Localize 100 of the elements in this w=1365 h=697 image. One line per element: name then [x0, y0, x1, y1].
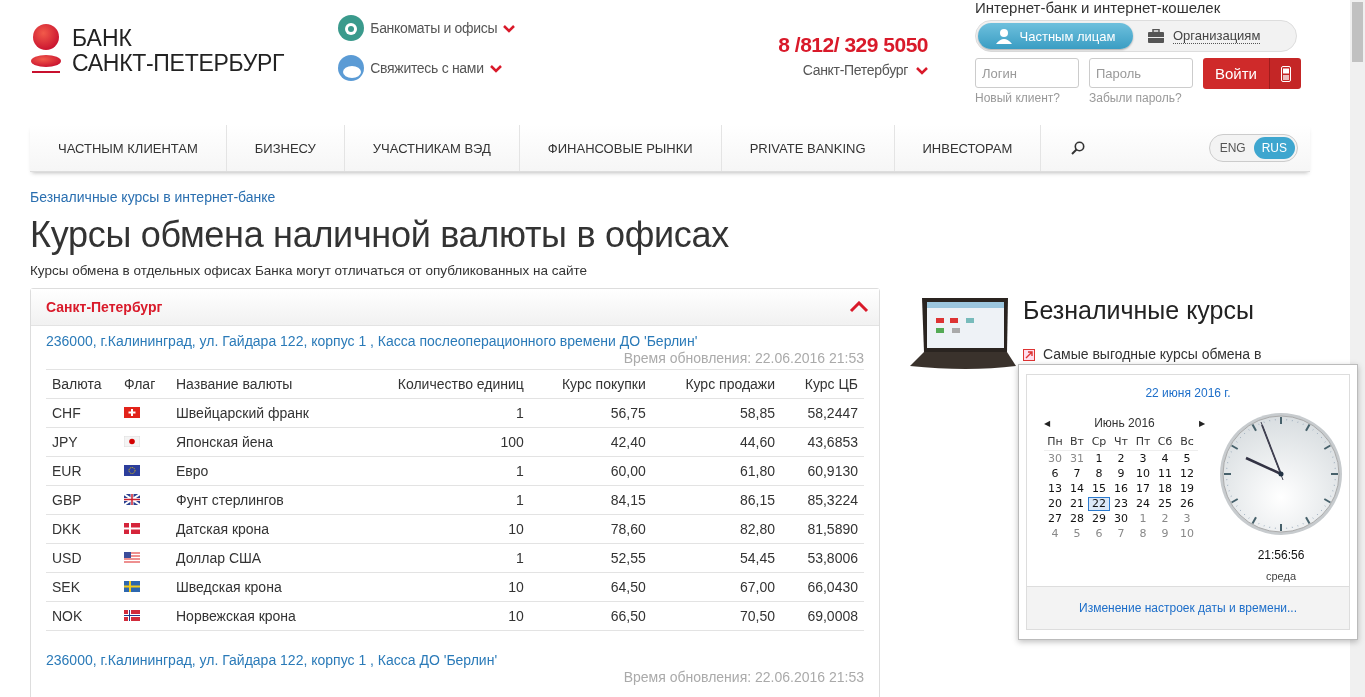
- calendar-day[interactable]: 21: [1066, 497, 1088, 511]
- calendar-day[interactable]: 3: [1132, 452, 1154, 466]
- calendar-day[interactable]: 8: [1088, 467, 1110, 481]
- flag-icon: [124, 436, 140, 447]
- calendar-day[interactable]: 1: [1132, 512, 1154, 526]
- panel-title: Санкт-Петербург: [46, 299, 163, 315]
- column-header: Название валюты: [170, 369, 355, 399]
- calendar-day[interactable]: 25: [1154, 497, 1176, 511]
- calendar-day[interactable]: 3: [1176, 512, 1198, 526]
- flag-icon: [124, 465, 140, 476]
- calendar-day[interactable]: 1: [1088, 452, 1110, 466]
- search-icon: [1071, 141, 1086, 155]
- calendar-day[interactable]: 10: [1176, 527, 1198, 541]
- table-cell: 84,15: [529, 485, 652, 515]
- flag-icon: [124, 523, 140, 534]
- table-cell: 67,00: [651, 572, 782, 602]
- accordion-header[interactable]: Санкт-Петербург: [31, 289, 879, 326]
- calendar-day[interactable]: 15: [1088, 482, 1110, 496]
- office-address-link[interactable]: 236000, г.Калининград, ул. Гайдара 122, корпус 1 , Касса ДО 'Берлин': [46, 651, 864, 669]
- page-title: Курсы обмена наличной валюты в офисах: [30, 213, 730, 257]
- calendar-day[interactable]: 2: [1110, 452, 1132, 466]
- rates-link[interactable]: Самые выгодные курсы обмена в: [1023, 347, 1262, 362]
- office-address-link[interactable]: 236000, г.Калининград, ул. Гайдара 122, корпус 1 , Касса послеоперационного времени ДО 'Берлин': [46, 332, 864, 350]
- mobile-login-button[interactable]: [1269, 58, 1301, 89]
- table-cell: 66,50: [529, 601, 652, 631]
- nav-item[interactable]: ИНВЕСТОРАМ: [894, 125, 1042, 171]
- calendar-day[interactable]: 28: [1066, 512, 1088, 526]
- calendar-day[interactable]: 8: [1132, 527, 1154, 541]
- calendar-day[interactable]: 31: [1066, 452, 1088, 466]
- previous-month-button[interactable]: ◀: [1044, 418, 1050, 428]
- calendar-day[interactable]: 2: [1154, 512, 1176, 526]
- calendar-day[interactable]: 22: [1088, 497, 1110, 511]
- calendar-day[interactable]: 30: [1110, 512, 1132, 526]
- table-cell: USD: [46, 543, 118, 573]
- calendar-day[interactable]: 23: [1110, 497, 1132, 511]
- table-cell: 86,15: [651, 485, 782, 515]
- weekday-label: Пт: [1132, 435, 1154, 451]
- calendar-day[interactable]: 30: [1044, 452, 1066, 466]
- breadcrumb-link[interactable]: Безналичные курсы в интернет-банке: [30, 189, 1310, 205]
- external-link-icon: [1023, 348, 1035, 361]
- calendar-day[interactable]: 4: [1044, 527, 1066, 541]
- calendar-day[interactable]: 5: [1176, 452, 1198, 466]
- calendar-day[interactable]: 19: [1176, 482, 1198, 496]
- calendar-day[interactable]: 12: [1176, 467, 1198, 481]
- column-header: Курс продажи: [651, 369, 782, 399]
- weekday-label: среда: [1266, 570, 1296, 582]
- login-button[interactable]: Войти: [1203, 58, 1269, 89]
- weekday-label: Вт: [1066, 435, 1088, 451]
- nav-item[interactable]: УЧАСТНИКАМ ВЭД: [344, 125, 520, 171]
- calendar-day[interactable]: 20: [1044, 497, 1066, 511]
- nav-item[interactable]: PRIVATE BANKING: [721, 125, 895, 171]
- table-cell: 43,6853: [781, 427, 864, 457]
- nav-item[interactable]: ЧАСТНЫМ КЛИЕНТАМ: [30, 125, 227, 171]
- logo-text: БАНК: [72, 26, 133, 51]
- header-link[interactable]: Свяжитесь с нами: [338, 55, 516, 81]
- update-time: Время обновления: 22.06.2016 21:53: [622, 350, 864, 367]
- flag-icon: [124, 581, 140, 592]
- calendar-day[interactable]: 11: [1154, 467, 1176, 481]
- settings-link[interactable]: Изменение настроек даты и времени...: [1079, 601, 1297, 615]
- calendar-day[interactable]: 6: [1044, 467, 1066, 481]
- calendar-day[interactable]: 16: [1110, 482, 1132, 496]
- weekday-label: Чт: [1110, 435, 1132, 451]
- calendar-day[interactable]: 14: [1066, 482, 1088, 496]
- calendar-day[interactable]: 17: [1132, 482, 1154, 496]
- calendar-day[interactable]: 13: [1044, 482, 1066, 496]
- nav-item[interactable]: БИЗНЕСУ: [226, 125, 345, 171]
- city-selector[interactable]: Санкт-Петербург: [802, 62, 928, 78]
- calendar-day[interactable]: 10: [1132, 467, 1154, 481]
- scrollbar-thumb[interactable]: [1352, 2, 1363, 62]
- calendar-day[interactable]: 27: [1044, 512, 1066, 526]
- header-link[interactable]: Банкоматы и офисы: [338, 15, 516, 41]
- calendar-day[interactable]: 7: [1066, 467, 1088, 481]
- calendar-day[interactable]: 9: [1110, 467, 1132, 481]
- calendar-day[interactable]: 6: [1088, 527, 1110, 541]
- calendar-day[interactable]: 26: [1176, 497, 1198, 511]
- table-cell: 64,50: [529, 572, 652, 602]
- calendar-day[interactable]: 29: [1088, 512, 1110, 526]
- calendar-day[interactable]: 7: [1110, 527, 1132, 541]
- password-field[interactable]: Пароль: [1089, 58, 1193, 88]
- next-month-button[interactable]: ▶: [1199, 418, 1205, 428]
- table-cell: 1: [354, 398, 530, 428]
- table-cell: 42,40: [529, 427, 652, 457]
- calendar-day[interactable]: 9: [1154, 527, 1176, 541]
- calendar-day[interactable]: 18: [1154, 482, 1176, 496]
- flag-icon: [124, 494, 140, 505]
- login-field[interactable]: Логин: [975, 58, 1079, 88]
- flag-icon: [124, 610, 140, 621]
- table-cell: Доллар США: [170, 543, 355, 573]
- date-link[interactable]: 22 июня 2016 г.: [1027, 386, 1349, 400]
- logo-icon: [30, 24, 62, 76]
- language-option[interactable]: ENG: [1211, 137, 1254, 159]
- weekday-label: Вс: [1176, 435, 1198, 451]
- account-type-tab[interactable]: Организациям: [1133, 23, 1275, 49]
- table-cell: 82,80: [651, 514, 782, 544]
- calendar-day[interactable]: 24: [1132, 497, 1154, 511]
- table-cell: 78,60: [529, 514, 652, 544]
- calendar-day[interactable]: 4: [1154, 452, 1176, 466]
- nav-item[interactable]: ФИНАНСОВЫЕ РЫНКИ: [519, 125, 722, 171]
- calendar-day[interactable]: 5: [1066, 527, 1088, 541]
- table-cell: 10: [354, 572, 530, 602]
